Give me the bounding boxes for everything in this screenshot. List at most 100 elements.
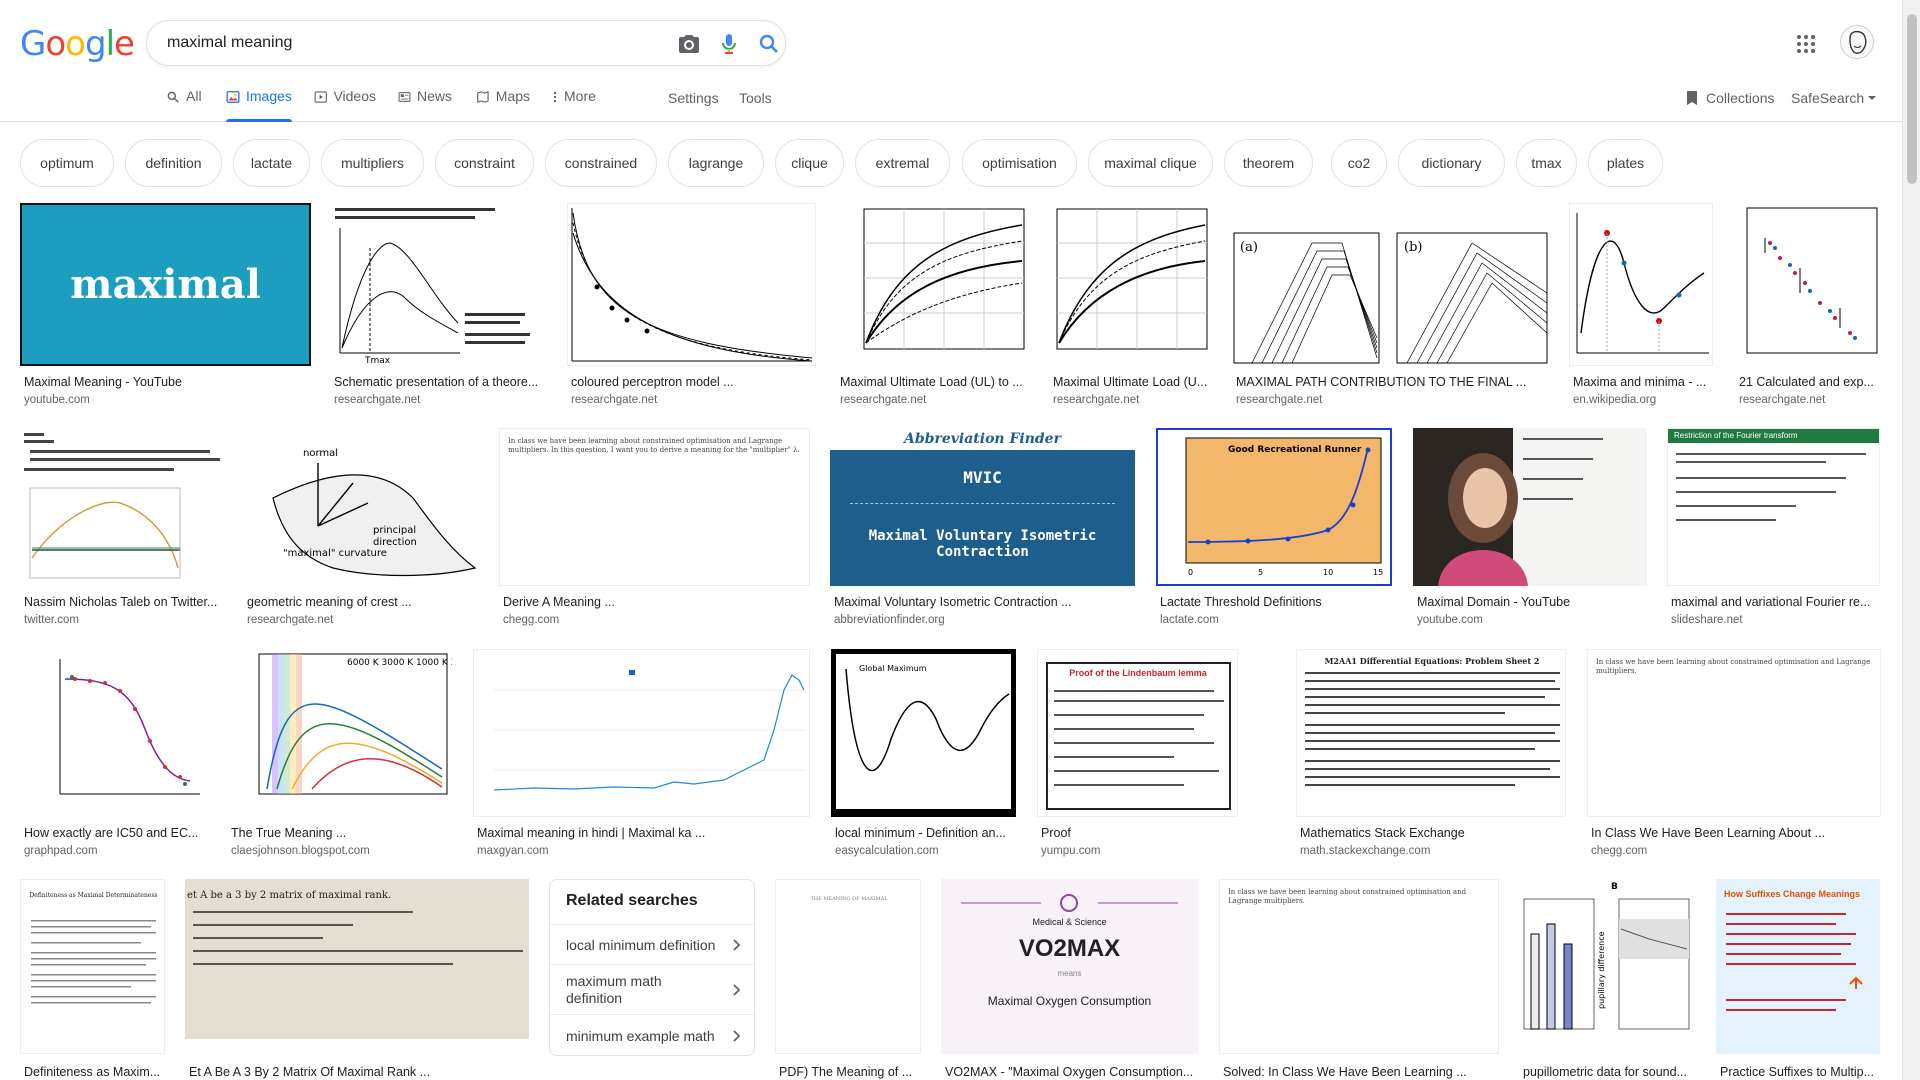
result-source[interactable]: twitter.com xyxy=(24,614,221,626)
result-thumbnail[interactable]: Medical & Science VO2MAX means Maximal O… xyxy=(941,879,1198,1054)
result-thumbnail[interactable]: Tmax xyxy=(330,203,548,366)
result-title[interactable]: Maximal Meaning - YouTube xyxy=(24,375,309,389)
result-source[interactable]: youtube.com xyxy=(24,394,309,406)
account-avatar[interactable] xyxy=(1840,25,1874,59)
result-source[interactable]: researchgate.net xyxy=(334,394,546,406)
result-thumbnail[interactable]: In class we have been learning about con… xyxy=(499,428,810,586)
image-result[interactable]: (a) (b) MAXIMAL PATH CONTRIBUTION TO THE… xyxy=(1232,203,1549,406)
result-thumbnail[interactable]: Proof of the Lindenbaum lemma xyxy=(1037,649,1238,817)
result-thumbnail[interactable] xyxy=(20,649,208,817)
result-title[interactable]: Maximal Domain - YouTube xyxy=(1417,595,1645,609)
result-thumbnail[interactable]: Restriction of the Fourier transform xyxy=(1667,428,1880,586)
result-thumbnail[interactable]: B pupillary difference xyxy=(1519,879,1695,1054)
image-result[interactable]: How Suffixes Change Meanings Practice Su… xyxy=(1716,879,1880,1080)
result-title[interactable]: How exactly are IC50 and EC... xyxy=(24,826,206,840)
result-thumbnail[interactable]: normal principal direction "maximal" curvat… xyxy=(243,428,479,586)
image-result[interactable]: In class we have been learning about con… xyxy=(1219,879,1499,1080)
image-result[interactable]: Maxima and minima - ... en.wikipedia.org xyxy=(1569,203,1713,406)
image-result[interactable]: Tmax Schematic presentation of a theore.… xyxy=(330,203,548,406)
image-result[interactable]: Restriction of the Fourier transform max… xyxy=(1667,428,1880,628)
related-search-item[interactable]: minimum example math xyxy=(550,1014,754,1056)
microphone-icon[interactable] xyxy=(717,32,741,56)
result-thumbnail[interactable]: How Suffixes Change Meanings xyxy=(1716,879,1880,1054)
result-thumbnail[interactable] xyxy=(1049,203,1211,366)
result-title[interactable]: Definiteness as Maxim... xyxy=(24,1065,163,1079)
result-thumbnail[interactable]: Good Recreational Runner 0 5 10 15 xyxy=(1156,428,1392,586)
result-thumbnail[interactable]: In class we have been learning about con… xyxy=(1587,649,1881,817)
chip[interactable]: lactate xyxy=(233,139,310,187)
image-result[interactable]: Maximal Ultimate Load (U... researchgate… xyxy=(1049,203,1211,406)
image-result[interactable]: Maximal Domain - YouTube youtube.com xyxy=(1413,428,1647,628)
result-thumbnail[interactable] xyxy=(473,649,810,817)
result-title[interactable]: pupillometric data for sound... xyxy=(1523,1065,1693,1079)
result-source[interactable]: yumpu.com xyxy=(1041,845,1236,857)
image-result[interactable]: Definiteness as Maximal Determinateness … xyxy=(20,879,165,1080)
result-source[interactable]: maxgyan.com xyxy=(477,845,808,857)
result-title[interactable]: Solved: In Class We Have Been Learning .… xyxy=(1223,1065,1497,1079)
result-source[interactable]: easycalculation.com xyxy=(835,845,1014,857)
result-source[interactable]: slideshare.net xyxy=(1671,614,1878,626)
chip[interactable]: constrained xyxy=(545,139,657,187)
result-source[interactable]: claesjohnson.blogspot.com xyxy=(231,845,450,857)
related-search-item[interactable]: local minimum definition xyxy=(550,924,754,964)
result-thumbnail[interactable]: In class we have been learning about con… xyxy=(1219,879,1499,1054)
result-title[interactable]: Derive A Meaning ... xyxy=(503,595,808,609)
chip[interactable]: dictionary xyxy=(1398,139,1505,187)
image-result[interactable]: maximal Maximal Meaning - YouTube youtub… xyxy=(20,203,311,406)
search-icon[interactable] xyxy=(757,32,781,56)
image-result[interactable]: et A be a 3 by 2 matrix of maximal rank.… xyxy=(185,879,529,1080)
result-title[interactable]: local minimum - Definition an... xyxy=(835,826,1014,840)
tab-images[interactable]: Images xyxy=(226,88,292,122)
collections-link[interactable]: Collections xyxy=(1686,90,1774,106)
tab-more[interactable]: More xyxy=(552,88,598,122)
chip[interactable]: optimum xyxy=(20,139,114,187)
result-title[interactable]: Proof xyxy=(1041,826,1236,840)
result-source[interactable]: youtube.com xyxy=(1417,614,1645,626)
result-thumbnail[interactable]: THE MEANING OF MAXIMAL xyxy=(775,879,921,1054)
apps-grid-icon[interactable] xyxy=(1794,32,1818,56)
result-thumbnail[interactable]: Abbreviation Finder MVIC Maximal Volunta… xyxy=(830,428,1135,586)
chip[interactable]: plates xyxy=(1588,139,1663,187)
result-thumbnail[interactable] xyxy=(1735,203,1881,366)
image-result[interactable]: How exactly are IC50 and EC... graphpad.… xyxy=(20,649,208,859)
result-thumbnail[interactable] xyxy=(20,428,223,586)
tab-videos[interactable]: Videos xyxy=(314,88,376,122)
result-title[interactable]: In Class We Have Been Learning About ... xyxy=(1591,826,1879,840)
safesearch-dropdown[interactable]: SafeSearch xyxy=(1791,90,1877,106)
tools-link[interactable]: Tools xyxy=(739,90,772,106)
image-result[interactable]: Proof of the Lindenbaum lemma Proof yump… xyxy=(1037,649,1238,859)
result-title[interactable]: Mathematics Stack Exchange xyxy=(1300,826,1564,840)
image-result[interactable]: M2AA1 Differential Equations: Problem Sh… xyxy=(1296,649,1566,859)
google-logo[interactable]: Google xyxy=(20,24,135,64)
chip[interactable]: definition xyxy=(125,139,222,187)
result-title[interactable]: Maximal Ultimate Load (U... xyxy=(1053,375,1209,389)
chip[interactable]: constraint xyxy=(435,139,534,187)
result-source[interactable]: chegg.com xyxy=(1591,845,1879,857)
image-result[interactable]: normal principal direction "maximal" curvat… xyxy=(243,428,479,628)
image-result[interactable]: Nassim Nicholas Taleb on Twitter... twit… xyxy=(20,428,223,628)
result-title[interactable]: coloured perceptron model ... xyxy=(571,375,814,389)
result-thumbnail[interactable]: et A be a 3 by 2 matrix of maximal rank. xyxy=(185,879,529,1039)
image-result[interactable]: Global Maximum local minimum - Definitio… xyxy=(831,649,1016,859)
chip[interactable]: lagrange xyxy=(668,139,764,187)
chip[interactable]: maximal clique xyxy=(1088,139,1213,187)
result-source[interactable]: researchgate.net xyxy=(247,614,477,626)
image-result[interactable]: Maximal meaning in hindi | Maximal ka ..… xyxy=(473,649,810,859)
result-source[interactable]: researchgate.net xyxy=(840,394,1027,406)
result-title[interactable]: Maxima and minima - ... xyxy=(1573,375,1711,389)
result-source[interactable]: abbreviationfinder.org xyxy=(834,614,1133,626)
result-thumbnail[interactable]: (a) (b) xyxy=(1232,203,1549,366)
search-input[interactable] xyxy=(167,31,607,55)
search-box[interactable] xyxy=(146,20,786,66)
result-thumbnail[interactable]: 6000 K 3000 K 1000 K 300 K xyxy=(227,649,452,817)
result-title[interactable]: 21 Calculated and exp... xyxy=(1739,375,1879,389)
result-source[interactable]: graphpad.com xyxy=(24,845,206,857)
result-thumbnail[interactable]: Global Maximum xyxy=(831,649,1016,817)
result-title[interactable]: MAXIMAL PATH CONTRIBUTION TO THE FINAL .… xyxy=(1236,375,1547,389)
result-thumbnail[interactable] xyxy=(567,203,816,366)
tab-news[interactable]: News xyxy=(398,88,452,122)
image-result[interactable]: Maximal Ultimate Load (UL) to ... resear… xyxy=(836,203,1029,406)
chip[interactable]: theorem xyxy=(1224,139,1313,187)
result-source[interactable]: math.stackexchange.com xyxy=(1300,845,1564,857)
image-result[interactable]: 21 Calculated and exp... researchgate.ne… xyxy=(1735,203,1881,406)
